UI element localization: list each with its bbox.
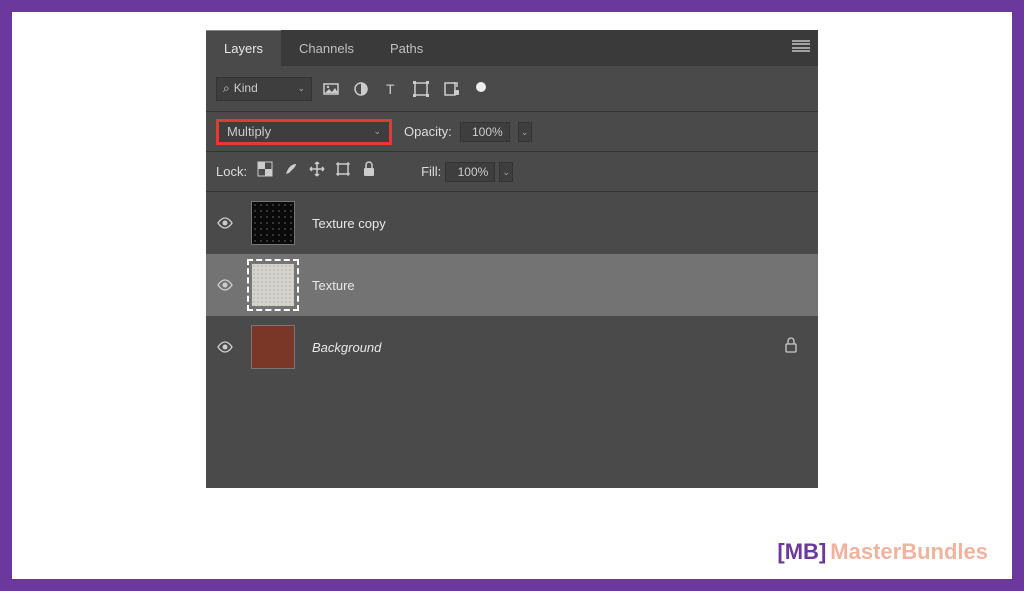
watermark-bracket-close: ] [819, 539, 826, 565]
panel-body: ⌕Kind ⌄ T Multiply ⌄ Opa [206, 66, 818, 488]
layer-name-label[interactable]: Texture copy [312, 216, 386, 231]
shape-layer-filter-icon[interactable] [412, 80, 430, 98]
layers-panel: Layers Channels Paths ⌕ Kind ⌄ T [206, 30, 818, 488]
filter-kind-dropdown[interactable]: ⌕ Kind ⌄ [216, 77, 312, 101]
pixel-layer-filter-icon[interactable] [322, 80, 340, 98]
layer-thumbnail[interactable] [248, 198, 298, 248]
blend-mode-dropdown[interactable]: Multiply ⌄ [216, 119, 392, 145]
visibility-eye-icon[interactable] [216, 214, 234, 232]
svg-text:T: T [386, 81, 395, 97]
fill-value[interactable]: 100% [445, 162, 495, 182]
opacity-value[interactable]: 100% [460, 122, 510, 142]
lock-position-icon[interactable] [309, 161, 325, 182]
opacity-label: Opacity: [404, 124, 452, 139]
layer-list: Texture copy Texture Background [206, 192, 818, 488]
filter-type-icons: T [322, 80, 486, 98]
lock-all-icon[interactable] [361, 161, 377, 182]
lock-label: Lock: [216, 164, 247, 179]
tab-paths[interactable]: Paths [372, 30, 441, 66]
fill-section: Fill: 100% ⌄ [417, 162, 513, 182]
watermark-bracket-open: [ [777, 539, 784, 565]
filter-kind-label: Kind [234, 81, 258, 95]
lock-row: Lock: Fill: 100% ⌄ [206, 152, 818, 192]
smart-object-filter-icon[interactable] [442, 80, 460, 98]
layer-lock-icon[interactable] [784, 337, 798, 358]
screenshot-frame: Layers Channels Paths ⌕ Kind ⌄ T [12, 12, 1012, 579]
adjustment-layer-filter-icon[interactable] [352, 80, 370, 98]
layer-row-texture[interactable]: Texture [206, 254, 818, 316]
layer-thumbnail[interactable] [248, 260, 298, 310]
tab-channels[interactable]: Channels [281, 30, 372, 66]
tab-layers[interactable]: Layers [206, 30, 281, 66]
lock-artboard-icon[interactable] [335, 161, 351, 182]
layer-row-texture-copy[interactable]: Texture copy [206, 192, 818, 254]
watermark-text: MasterBundles [830, 539, 988, 565]
blend-mode-row: Multiply ⌄ Opacity: 100% ⌄ [206, 112, 818, 152]
lock-pixels-icon[interactable] [283, 161, 299, 182]
search-icon: ⌕ [223, 81, 230, 95]
fill-label: Fill: [421, 164, 441, 179]
layer-name-label[interactable]: Texture [312, 278, 355, 293]
watermark: [MB] MasterBundles [777, 539, 988, 565]
chevron-down-icon: ⌄ [373, 126, 381, 137]
panel-menu-icon[interactable] [792, 40, 810, 52]
fill-dropdown-icon[interactable]: ⌄ [499, 162, 513, 182]
layer-row-background[interactable]: Background [206, 316, 818, 378]
visibility-eye-icon[interactable] [216, 276, 234, 294]
watermark-mb: MB [785, 539, 819, 565]
lock-transparency-icon[interactable] [257, 161, 273, 182]
filter-toggle-icon[interactable] [476, 82, 486, 92]
chevron-down-icon: ⌄ [297, 83, 305, 94]
layer-name-label[interactable]: Background [312, 340, 381, 355]
panel-tab-bar: Layers Channels Paths [206, 30, 818, 66]
blend-mode-value: Multiply [227, 124, 271, 139]
lock-icons [257, 161, 377, 182]
opacity-dropdown-icon[interactable]: ⌄ [518, 122, 532, 142]
visibility-eye-icon[interactable] [216, 338, 234, 356]
type-layer-filter-icon[interactable]: T [382, 80, 400, 98]
filter-row: ⌕ Kind ⌄ T [206, 66, 818, 112]
layer-thumbnail[interactable] [248, 322, 298, 372]
